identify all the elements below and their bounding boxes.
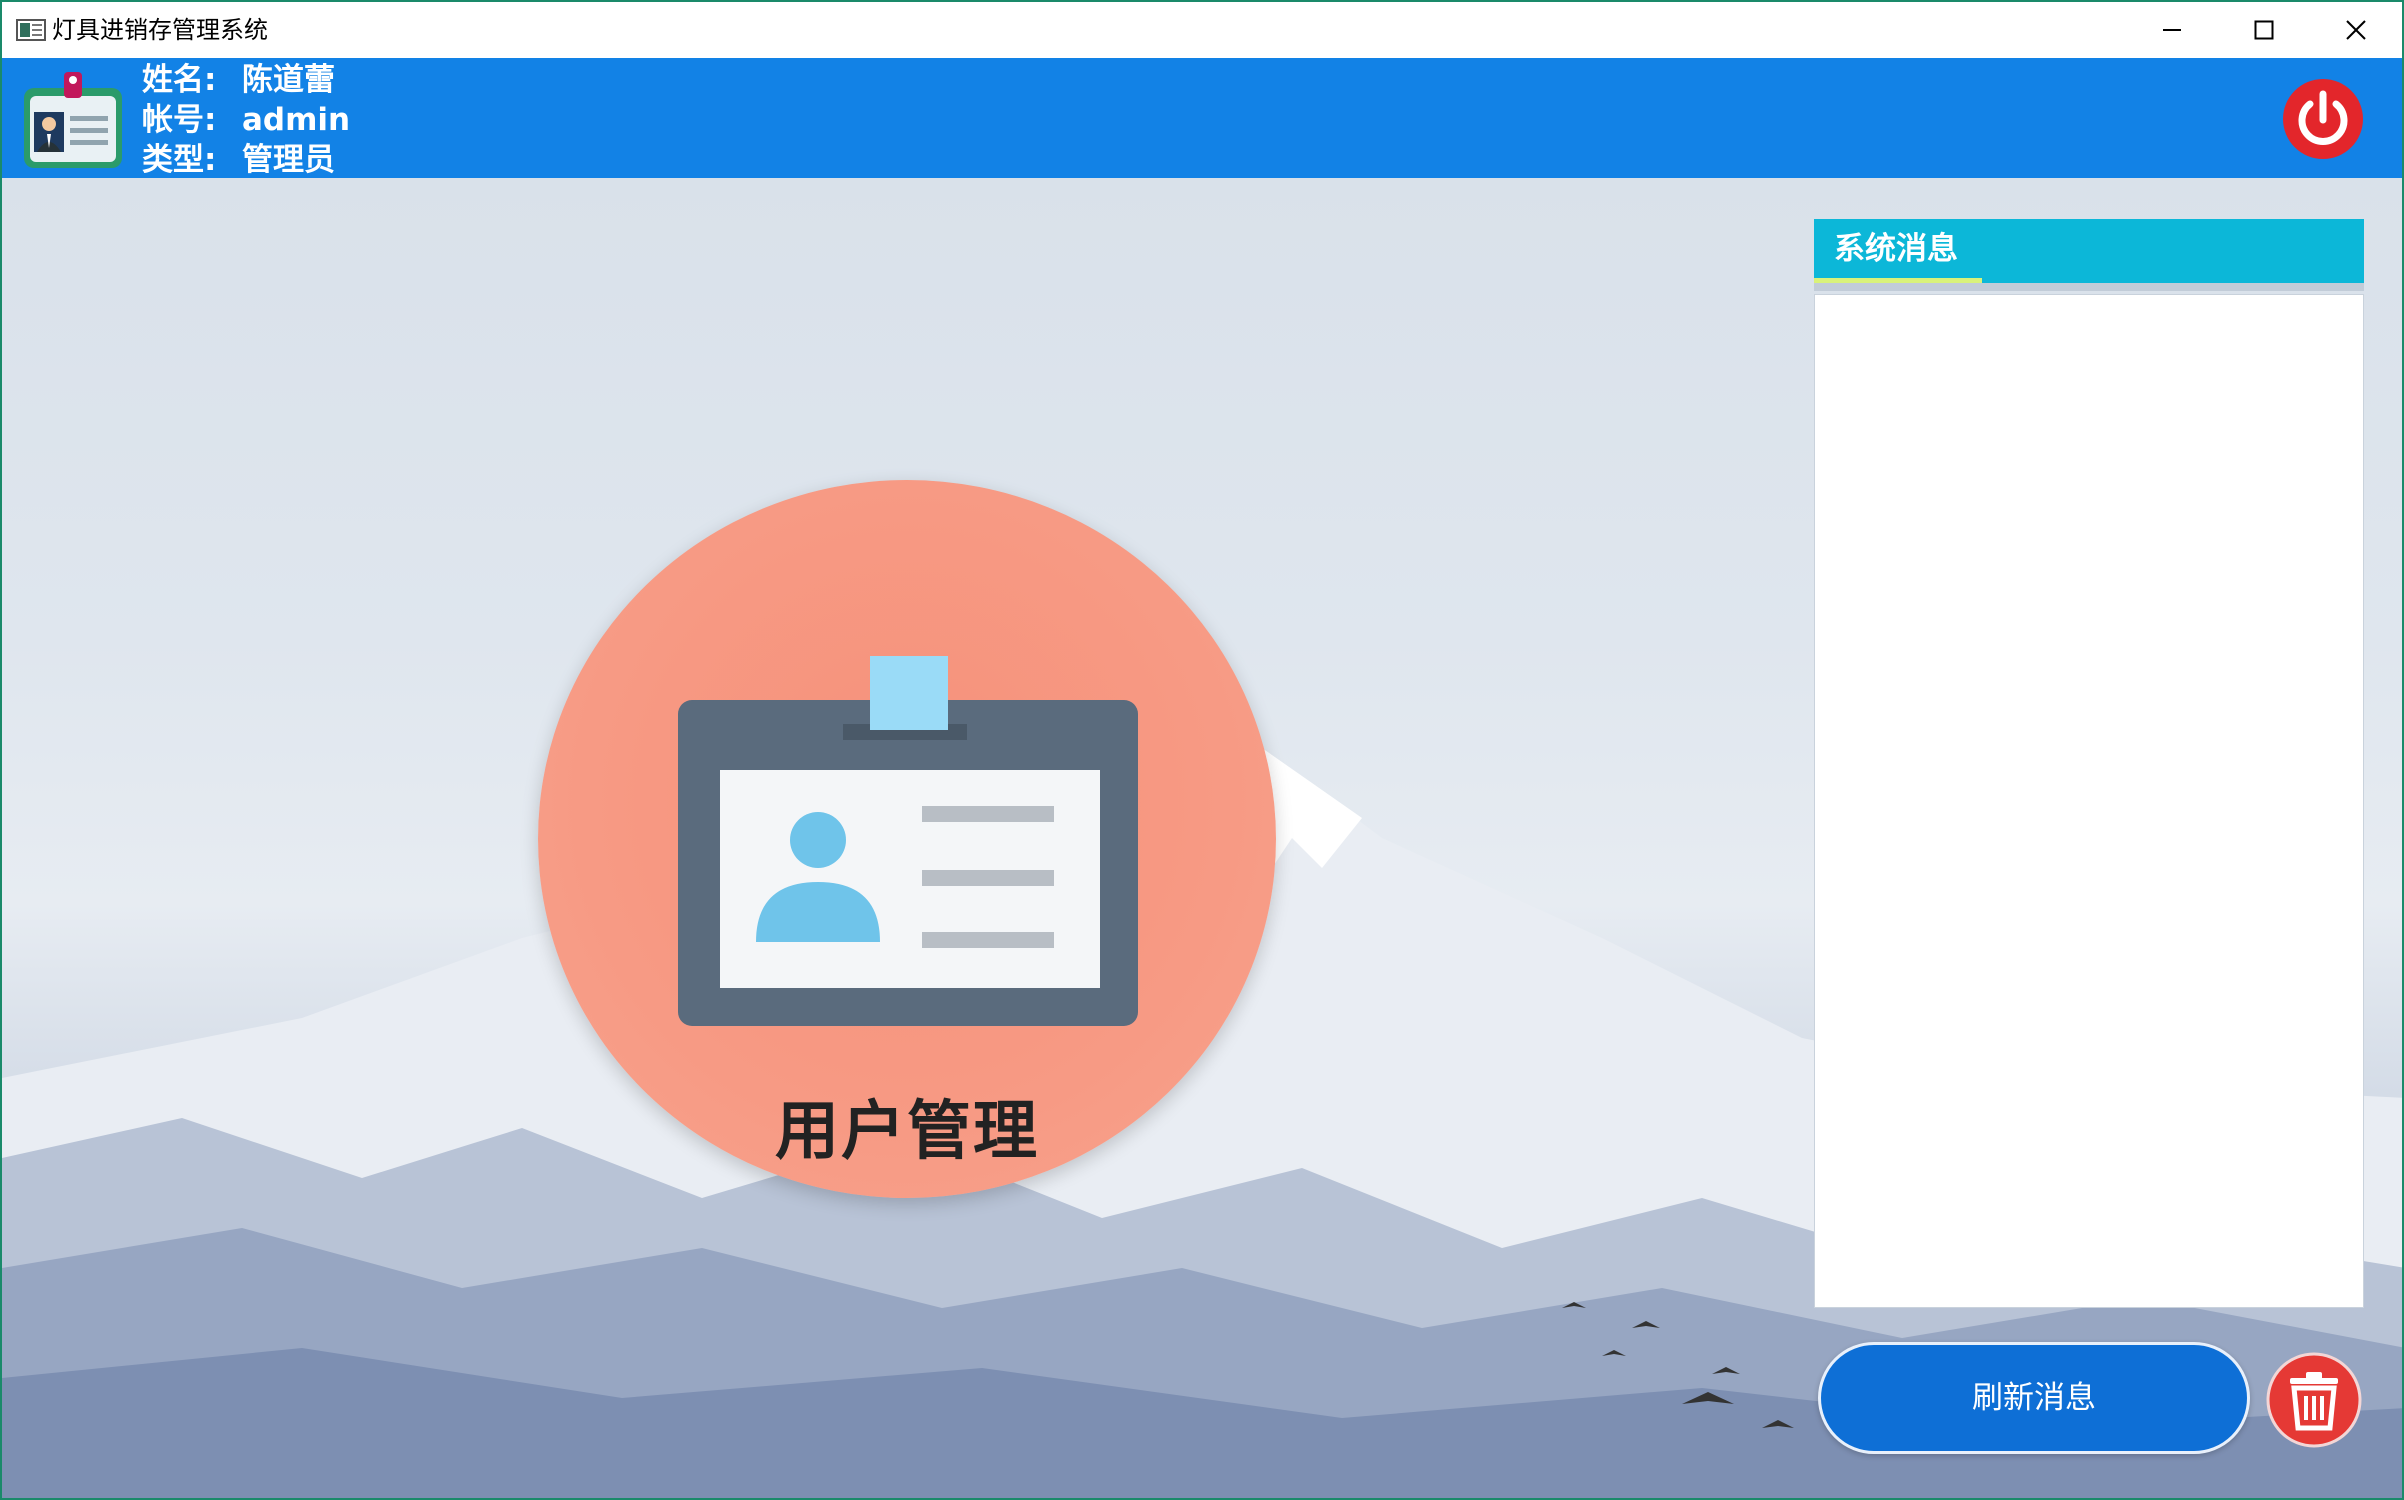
system-messages-header: 系统消息 <box>1814 219 2364 283</box>
user-name-row: 姓名: 陈道蕾 <box>142 60 335 100</box>
app-window: 灯具进销存管理系统 姓名: 陈道蕾 帐号: admin 类型: 管理员 用户管理… <box>0 0 2404 1500</box>
account-value: admin <box>242 102 351 138</box>
user-header: 姓名: 陈道蕾 帐号: admin 类型: 管理员 <box>2 58 2402 178</box>
system-messages-list[interactable] <box>1814 294 2364 1308</box>
id-badge-icon <box>20 68 126 172</box>
name-value: 陈道蕾 <box>242 62 335 98</box>
account-label: 帐号: <box>142 102 217 138</box>
user-management-tile[interactable]: 用户管理 <box>538 480 1276 1198</box>
minimize-button[interactable] <box>2126 2 2218 58</box>
power-icon <box>2283 79 2363 159</box>
system-messages-title: 系统消息 <box>1834 231 1958 267</box>
name-label: 姓名: <box>142 62 217 98</box>
type-value: 管理员 <box>242 142 335 178</box>
maximize-button[interactable] <box>2218 2 2310 58</box>
minimize-icon <box>2163 29 2181 31</box>
title-bar: 灯具进销存管理系统 <box>2 2 2402 58</box>
user-management-label: 用户管理 <box>775 1095 1039 1169</box>
trash-icon <box>2266 1352 2362 1448</box>
clear-messages-button[interactable] <box>2266 1352 2362 1448</box>
maximize-icon <box>2254 20 2274 40</box>
logout-button[interactable] <box>2282 78 2364 160</box>
user-type-row: 类型: 管理员 <box>142 140 335 180</box>
app-icon <box>16 18 46 42</box>
window-title: 灯具进销存管理系统 <box>52 16 268 44</box>
user-account-row: 帐号: admin <box>142 100 350 140</box>
close-icon <box>2346 20 2366 40</box>
close-button[interactable] <box>2310 2 2402 58</box>
refresh-messages-button[interactable]: 刷新消息 <box>1818 1342 2250 1454</box>
header-shadow <box>1814 283 2364 291</box>
type-label: 类型: <box>142 142 217 178</box>
